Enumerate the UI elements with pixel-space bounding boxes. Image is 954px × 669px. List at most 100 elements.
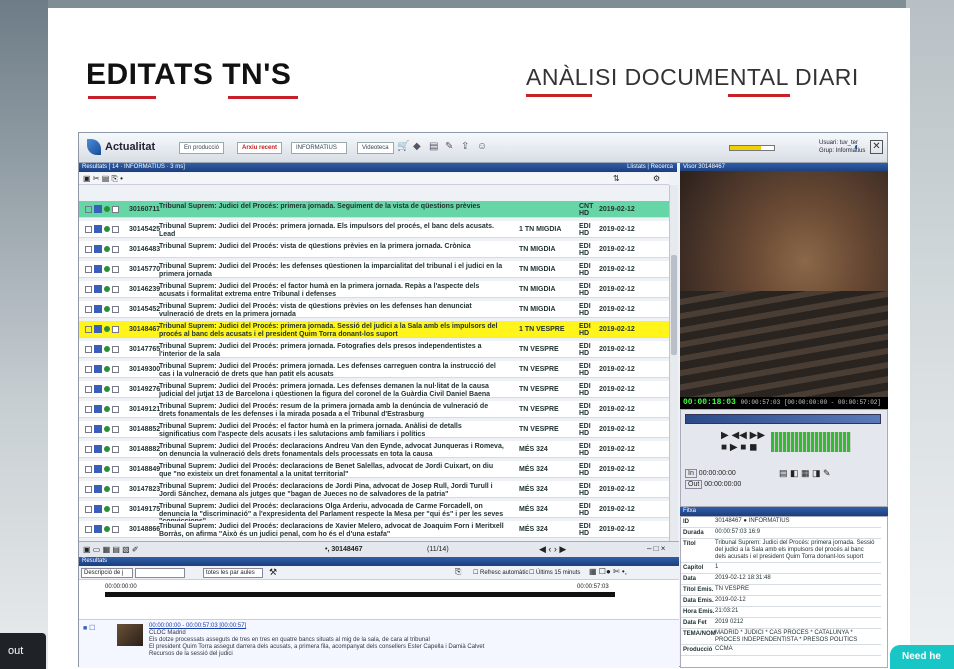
- select-checkbox[interactable]: [112, 246, 119, 253]
- table-row[interactable]: 30148882 Tribunal Suprem: Judici del Proc…: [79, 441, 669, 458]
- last-15-checkbox[interactable]: ☐ Últims 15 minuts: [529, 569, 580, 576]
- row-checkbox[interactable]: [85, 306, 92, 313]
- select-checkbox[interactable]: [112, 426, 119, 433]
- metadata-value[interactable]: CCMA: [715, 646, 875, 653]
- clip-item[interactable]: ■ ☐ 00:00:00:00 - 00:00:57:03 [00:00:57]…: [79, 619, 679, 668]
- cart-icon[interactable]: 🛒: [397, 141, 409, 153]
- document-icon[interactable]: ▤: [429, 141, 441, 153]
- view-mode-icons[interactable]: ▣ ▭ ▦ ▤ ▧ ✐: [83, 545, 139, 554]
- clip-thumbnail[interactable]: [117, 624, 143, 646]
- select-checkbox[interactable]: [112, 226, 119, 233]
- metadata-value[interactable]: 21:03:21: [715, 608, 875, 615]
- table-row[interactable]: 30148852 Tribunal Suprem: Judici del Proc…: [79, 421, 669, 438]
- select-checkbox[interactable]: [112, 366, 119, 373]
- row-checkbox[interactable]: [85, 366, 92, 373]
- table-row[interactable]: 30145770 Tribunal Suprem: Judici del Proc…: [79, 261, 669, 278]
- metadata-value[interactable]: Tribunal Suprem: Judici del Procés: prim…: [715, 540, 875, 561]
- row-checkbox[interactable]: [85, 346, 92, 353]
- table-row[interactable]: 30149175 Tribunal Suprem: Judici del Proc…: [79, 501, 669, 525]
- select-checkbox[interactable]: [112, 306, 119, 313]
- row-checkbox[interactable]: [85, 486, 92, 493]
- export-icon[interactable]: ⇪: [461, 141, 473, 153]
- select-checkbox[interactable]: [112, 266, 119, 273]
- row-checkbox[interactable]: [85, 266, 92, 273]
- videoteca-button[interactable]: Videoteca: [357, 142, 394, 154]
- row-checkbox[interactable]: [85, 286, 92, 293]
- metadata-value[interactable]: 00:00:57:03 16:9: [715, 529, 875, 536]
- select-checkbox[interactable]: [112, 506, 119, 513]
- window-controls[interactable]: – □ ×: [647, 544, 665, 553]
- metadata-value[interactable]: 2019 0212: [715, 619, 875, 626]
- table-row[interactable]: 30145452 Tribunal Suprem: Judici del Proc…: [79, 301, 669, 318]
- row-checkbox[interactable]: [85, 246, 92, 253]
- row-checkbox[interactable]: [85, 426, 92, 433]
- metadata-value[interactable]: 30148467 ● INFORMATIUS: [715, 518, 875, 525]
- row-checkbox[interactable]: [85, 326, 92, 333]
- help-chat-button[interactable]: Need he: [890, 645, 954, 669]
- clip-tool-icons[interactable]: ▤ ◧ ▦ ◨ ✎: [779, 468, 831, 479]
- arxiu-recent-button[interactable]: Arxiu recent: [237, 142, 283, 154]
- words-select[interactable]: totes les par aules: [203, 568, 263, 578]
- table-row[interactable]: 30160711 Tribunal Suprem: Judici del Proc…: [79, 201, 669, 218]
- jog-timeline[interactable]: [685, 414, 881, 424]
- select-checkbox[interactable]: [112, 406, 119, 413]
- close-icon[interactable]: ✕: [870, 140, 883, 154]
- table-row[interactable]: 30149121 Tribunal Suprem: Judici del Proc…: [79, 401, 669, 418]
- select-checkbox[interactable]: [112, 326, 119, 333]
- table-row[interactable]: 30146483 Tribunal Suprem: Judici del Proc…: [79, 241, 669, 258]
- table-row[interactable]: 30146239 Tribunal Suprem: Judici del Proc…: [79, 281, 669, 298]
- row-checkbox[interactable]: [85, 406, 92, 413]
- select-checkbox[interactable]: [112, 286, 119, 293]
- nav-arrows[interactable]: ◀ ‹ › ▶: [539, 544, 566, 555]
- table-row[interactable]: 30145425 Tribunal Suprem: Judici del Proc…: [79, 221, 669, 238]
- table-row[interactable]: 30148849 Tribunal Suprem: Judici del Proc…: [79, 461, 669, 478]
- video-viewer[interactable]: [680, 171, 888, 397]
- table-row[interactable]: 30148866 Tribunal Suprem: Judici del Proc…: [79, 521, 669, 538]
- table-row[interactable]: 30147765 Tribunal Suprem: Judici del Proc…: [79, 341, 669, 358]
- row-checkbox[interactable]: [85, 446, 92, 453]
- copy-icon[interactable]: ⎘: [455, 567, 461, 577]
- row-checkbox[interactable]: [85, 206, 92, 213]
- select-checkbox[interactable]: [112, 206, 119, 213]
- list-scrollbar[interactable]: [669, 185, 678, 541]
- select-checkbox[interactable]: [112, 446, 119, 453]
- row-checkbox[interactable]: [85, 466, 92, 473]
- metadata-value[interactable]: 2019-02-12: [715, 597, 875, 604]
- results-tool-icons[interactable]: ▦ ☐● ✄ •,: [589, 567, 627, 576]
- table-row[interactable]: 30149276 Tribunal Suprem: Judici del Proc…: [79, 381, 669, 398]
- row-checkbox[interactable]: [85, 386, 92, 393]
- transport-buttons[interactable]: ▶ ◀◀ ▶▶ ■ ▶ ■ ◼: [721, 430, 765, 454]
- row-checkbox[interactable]: [85, 526, 92, 533]
- auto-refresh-checkbox[interactable]: ☐ Refresc automàtic: [473, 569, 528, 576]
- select-checkbox[interactable]: [112, 486, 119, 493]
- informatius-select[interactable]: INFORMATIUS: [291, 142, 347, 154]
- table-row[interactable]: 30149300 Tribunal Suprem: Judici del Proc…: [79, 361, 669, 378]
- results-header-links[interactable]: Llistats | Recerca: [627, 163, 673, 172]
- table-row[interactable]: 30148467 Tribunal Suprem: Judici del Proc…: [79, 321, 669, 338]
- list-tool-icons[interactable]: ▣ ✂ ▤ ⎘ •: [83, 174, 123, 184]
- row-checkbox[interactable]: [85, 226, 92, 233]
- tag-icon[interactable]: ◆: [413, 141, 425, 153]
- clip-timecode[interactable]: 00:00:00:00 - 00:00:57:03 [00:00:57]: [149, 623, 246, 629]
- select-checkbox[interactable]: [112, 526, 119, 533]
- people-icon[interactable]: ☺: [477, 141, 489, 153]
- table-row[interactable]: 30147823 Tribunal Suprem: Judici del Proc…: [79, 481, 669, 498]
- select-checkbox[interactable]: [112, 346, 119, 353]
- description-select[interactable]: Descripció de j: [81, 568, 133, 578]
- metadata-value[interactable]: 2019-02-12 18:31:48: [715, 575, 875, 582]
- row-checkbox[interactable]: [85, 506, 92, 513]
- search-text-input[interactable]: [135, 568, 185, 578]
- select-checkbox[interactable]: [112, 386, 119, 393]
- tools-icon[interactable]: ✎: [445, 141, 457, 153]
- en-produccio-button[interactable]: En producció: [179, 142, 225, 154]
- corner-button-left[interactable]: out: [0, 633, 46, 669]
- in-out-points[interactable]: In 00:00:00:00 Out 00:00:00:00: [685, 468, 741, 490]
- select-checkbox[interactable]: [112, 466, 119, 473]
- filter-icon[interactable]: ⇅: [613, 174, 620, 183]
- wrench-icon[interactable]: ⚒: [269, 567, 277, 578]
- scroll-thumb[interactable]: [671, 255, 677, 355]
- metadata-value[interactable]: TN VESPRE: [715, 586, 875, 593]
- settings-icon[interactable]: ⚙: [653, 174, 660, 183]
- results-timeline[interactable]: [105, 592, 615, 597]
- metadata-value[interactable]: MADRID * JUDICI * CAS PROCES * CATALUNYA…: [715, 630, 875, 644]
